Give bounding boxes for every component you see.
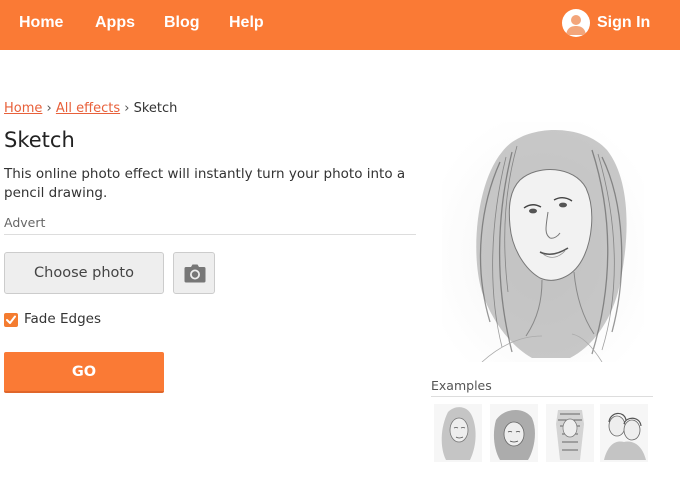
checkmark-icon <box>6 315 16 324</box>
sketch-portrait-image <box>442 122 644 362</box>
breadcrumb-separator: › <box>124 101 130 116</box>
example-thumbnail-2[interactable] <box>490 404 538 462</box>
example-thumbnail-4[interactable] <box>600 404 648 462</box>
advert-label: Advert <box>4 215 46 230</box>
examples-label: Examples <box>431 378 492 393</box>
breadcrumb-home-link[interactable]: Home <box>4 101 42 116</box>
top-nav-bar: Home Apps Blog Help Sign In <box>0 0 680 50</box>
nav-apps-link[interactable]: Apps <box>95 14 135 32</box>
example-thumbnail-1[interactable] <box>434 404 482 462</box>
breadcrumb: Home › All effects › Sketch <box>4 101 177 116</box>
effect-description: This online photo effect will instantly … <box>4 166 406 201</box>
nav-home-link[interactable]: Home <box>19 14 63 32</box>
breadcrumb-separator: › <box>46 101 52 116</box>
nav-blog-link[interactable]: Blog <box>164 14 200 32</box>
sign-in-link[interactable]: Sign In <box>597 14 650 32</box>
go-button[interactable]: GO <box>4 352 164 393</box>
nav-help-link[interactable]: Help <box>229 14 264 32</box>
page-title: Sketch <box>4 128 75 152</box>
fade-edges-checkbox[interactable] <box>4 313 18 327</box>
breadcrumb-all-effects-link[interactable]: All effects <box>56 101 120 116</box>
user-avatar-icon[interactable] <box>562 9 590 37</box>
fade-edges-label[interactable]: Fade Edges <box>24 311 101 327</box>
webcam-button[interactable] <box>173 252 215 294</box>
example-thumbnail-3[interactable] <box>546 404 594 462</box>
advert-divider <box>4 234 416 235</box>
examples-divider <box>431 396 653 397</box>
choose-photo-button[interactable]: Choose photo <box>4 252 164 294</box>
breadcrumb-current: Sketch <box>133 101 178 116</box>
camera-icon <box>184 264 206 283</box>
